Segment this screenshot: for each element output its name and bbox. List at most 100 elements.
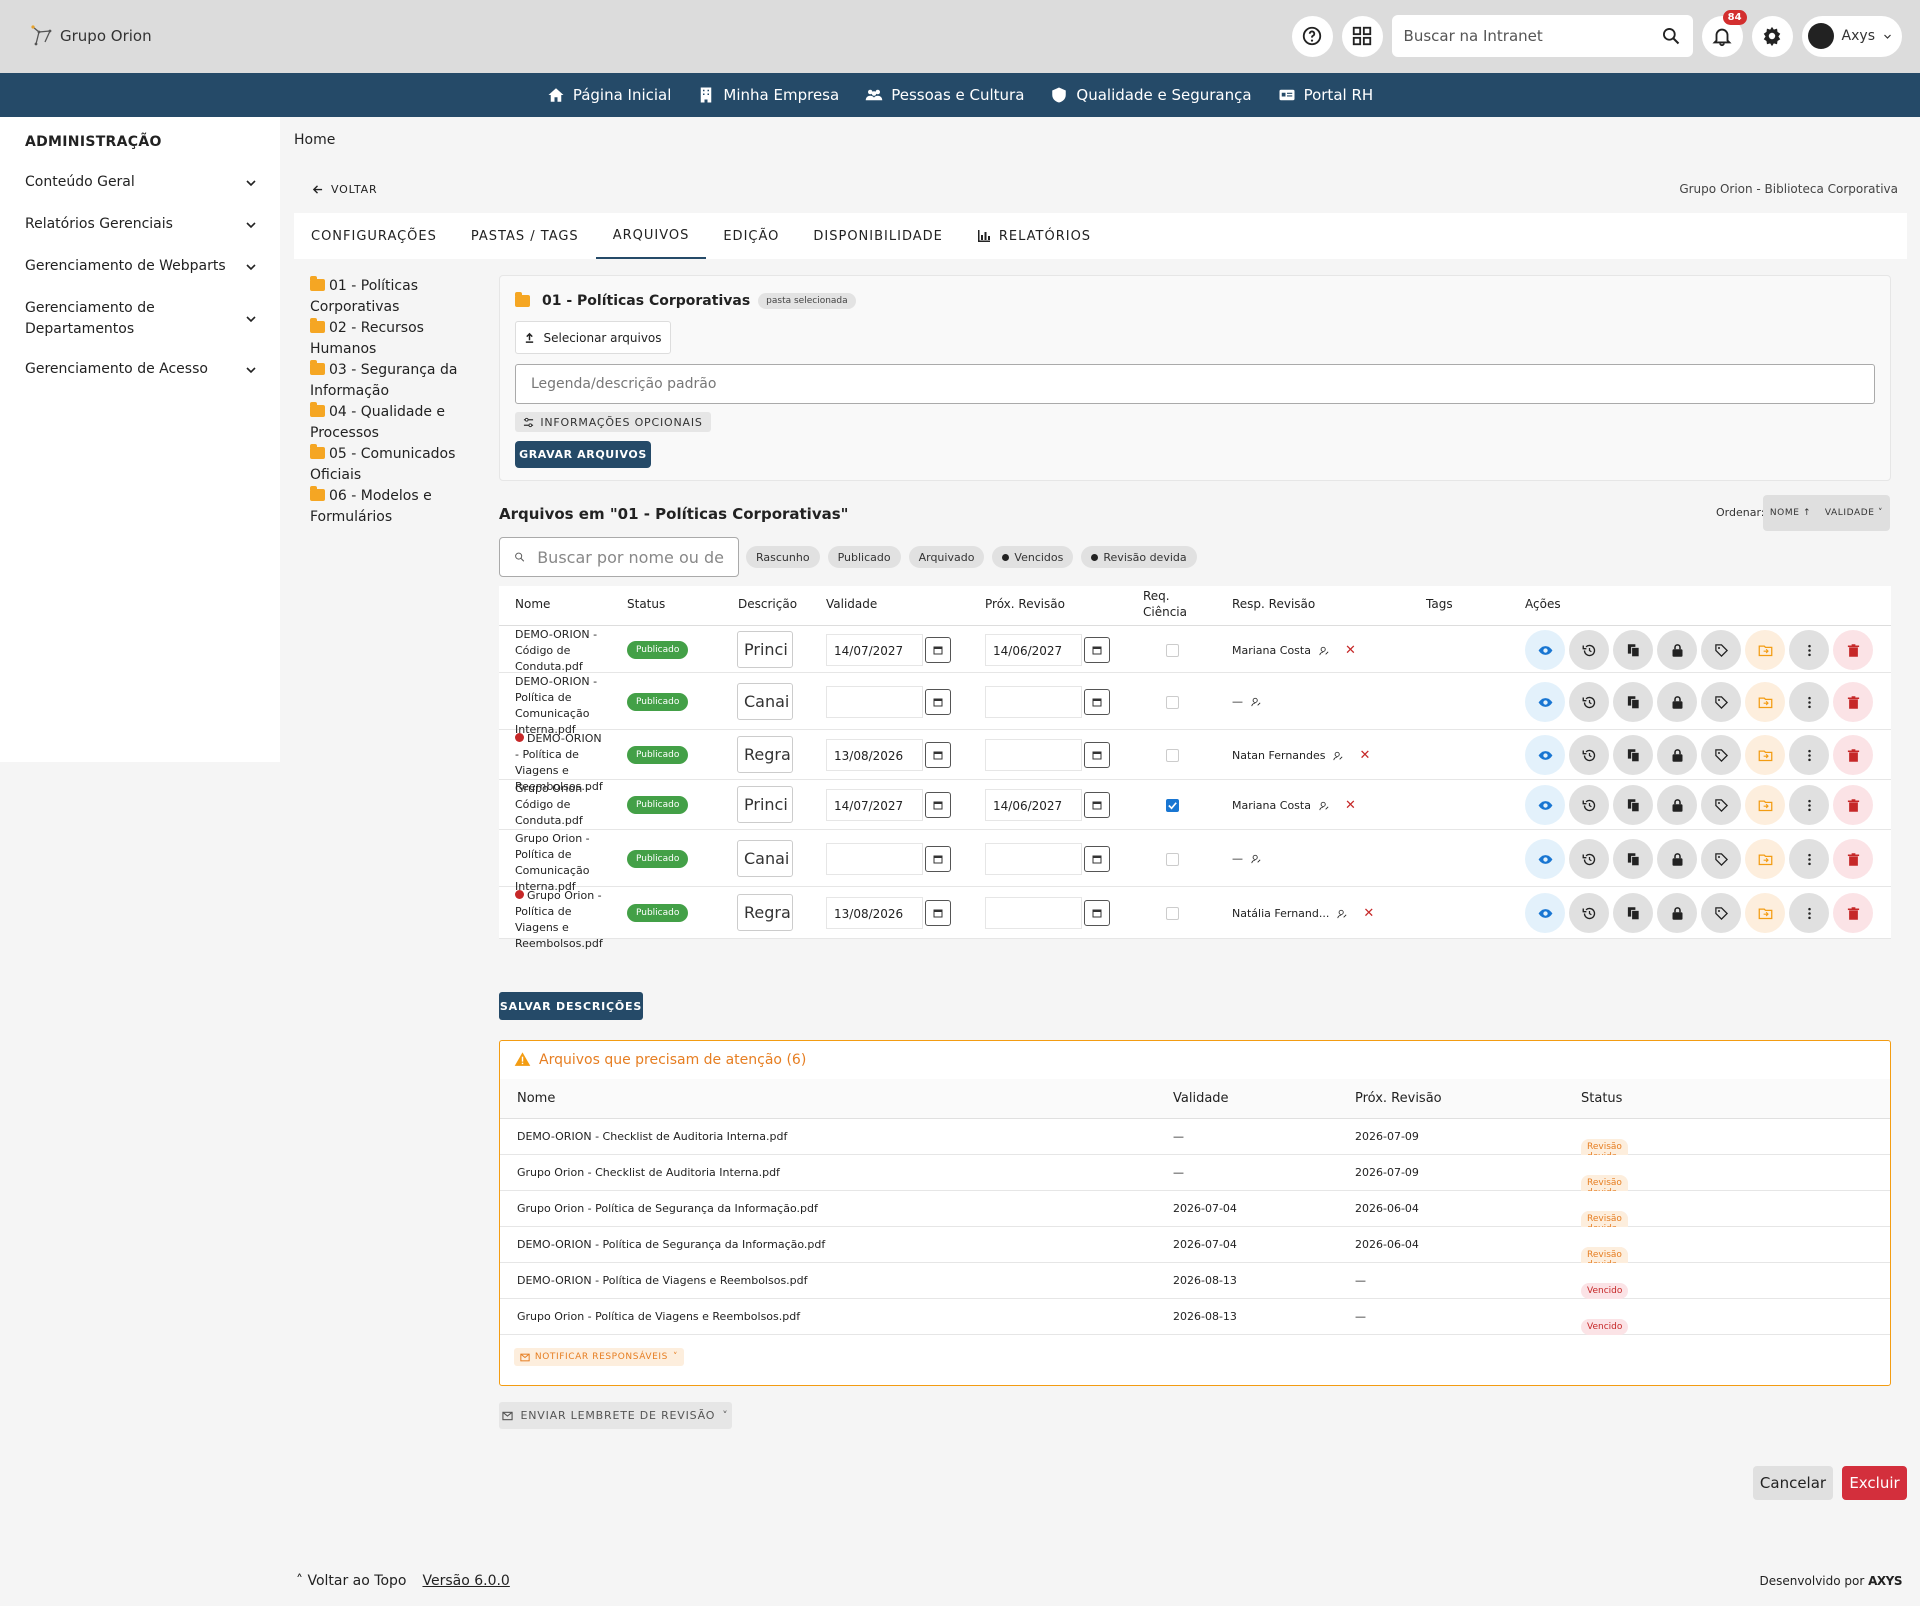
folder-item[interactable]: 02 - Recursos Humanos — [310, 318, 460, 360]
send-review-reminder-button[interactable]: ENVIAR LEMBRETE DE REVISÃO ˅ — [499, 1402, 732, 1429]
move-button[interactable] — [1745, 682, 1785, 722]
nav-item-company[interactable]: Minha Empresa — [697, 86, 839, 104]
description-input[interactable]: Princi — [737, 631, 793, 668]
view-button[interactable] — [1525, 785, 1565, 825]
duplicate-button[interactable] — [1613, 839, 1653, 879]
more-button[interactable] — [1789, 893, 1829, 933]
description-input[interactable]: Canai — [737, 683, 793, 720]
validity-input[interactable] — [826, 843, 924, 875]
duplicate-button[interactable] — [1613, 630, 1653, 670]
calendar-icon[interactable] — [925, 846, 951, 872]
filter-expired[interactable]: Vencidos — [992, 546, 1074, 568]
req-ack-checkbox[interactable] — [1166, 749, 1179, 762]
validity-input[interactable]: 14/07/2027 — [826, 789, 924, 821]
validity-input[interactable]: 14/07/2027 — [826, 634, 924, 666]
filter-archived[interactable]: Arquivado — [908, 546, 985, 568]
attention-row[interactable]: Grupo Orion - Política de Segurança da I… — [500, 1191, 1890, 1237]
save-descriptions-button[interactable]: SALVAR DESCRIÇÕES — [499, 992, 643, 1020]
permissions-button[interactable] — [1657, 785, 1697, 825]
optional-info-button[interactable]: INFORMAÇÕES OPCIONAIS — [515, 412, 711, 432]
validity-input[interactable] — [826, 686, 924, 718]
apps-button[interactable] — [1341, 15, 1383, 57]
calendar-icon[interactable] — [925, 689, 951, 715]
move-button[interactable] — [1745, 839, 1785, 879]
back-to-top-link[interactable]: ˄ Voltar ao Topo — [296, 1573, 406, 1589]
validity-input[interactable]: 13/08/2026 — [826, 897, 924, 929]
calendar-icon[interactable] — [925, 900, 951, 926]
nav-item-hr-portal[interactable]: Portal RH — [1278, 86, 1373, 104]
filter-published[interactable]: Publicado — [827, 546, 901, 568]
tab-reports[interactable]: RELATÓRIOS — [960, 213, 1108, 259]
cancel-button[interactable]: Cancelar — [1753, 1466, 1833, 1500]
permissions-button[interactable] — [1657, 735, 1697, 775]
req-ack-checkbox[interactable] — [1166, 853, 1179, 866]
save-files-button[interactable]: GRAVAR ARQUIVOS — [515, 441, 651, 468]
permissions-button[interactable] — [1657, 630, 1697, 670]
review-input[interactable] — [985, 686, 1083, 718]
assign-user-icon[interactable] — [1319, 646, 1329, 656]
file-name[interactable]: DEMO-ORION - Código de Conduta.pdf — [515, 627, 605, 675]
attention-row[interactable]: DEMO-ORION - Política de Viagens e Reemb… — [500, 1263, 1890, 1299]
permissions-button[interactable] — [1657, 893, 1697, 933]
permissions-button[interactable] — [1657, 839, 1697, 879]
assign-user-icon[interactable] — [1251, 854, 1261, 864]
attention-row[interactable]: DEMO-ORION - Política de Segurança da In… — [500, 1227, 1890, 1273]
view-button[interactable] — [1525, 893, 1565, 933]
calendar-icon[interactable] — [1084, 846, 1110, 872]
sidebar-item-access[interactable]: Gerenciamento de Acesso — [25, 359, 257, 380]
req-ack-checkbox[interactable] — [1166, 799, 1179, 812]
remove-owner-icon[interactable]: ✕ — [1345, 798, 1356, 813]
notifications-button[interactable]: 84 — [1701, 9, 1747, 57]
tab-folders-tags[interactable]: PASTAS / TAGS — [454, 213, 596, 259]
review-input[interactable]: 14/06/2027 — [985, 634, 1083, 666]
tags-button[interactable] — [1701, 630, 1741, 670]
move-button[interactable] — [1745, 630, 1785, 670]
calendar-icon[interactable] — [925, 792, 951, 818]
tab-editing[interactable]: EDIÇÃO — [706, 213, 796, 259]
description-input[interactable]: Princi — [737, 786, 793, 823]
remove-owner-icon[interactable]: ✕ — [1363, 906, 1374, 921]
filter-draft[interactable]: Rascunho — [746, 546, 820, 568]
more-button[interactable] — [1789, 630, 1829, 670]
move-button[interactable] — [1745, 893, 1785, 933]
intranet-search-input[interactable]: Buscar na Intranet — [1404, 27, 1661, 45]
assign-user-icon[interactable] — [1251, 697, 1261, 707]
duplicate-button[interactable] — [1613, 785, 1653, 825]
more-button[interactable] — [1789, 785, 1829, 825]
nav-item-quality[interactable]: Qualidade e Segurança — [1050, 86, 1252, 104]
tags-button[interactable] — [1701, 682, 1741, 722]
tags-button[interactable] — [1701, 735, 1741, 775]
move-button[interactable] — [1745, 785, 1785, 825]
review-input[interactable] — [985, 739, 1083, 771]
attention-row[interactable]: DEMO-ORION - Checklist de Auditoria Inte… — [500, 1119, 1890, 1165]
view-button[interactable] — [1525, 630, 1565, 670]
req-ack-checkbox[interactable] — [1166, 644, 1179, 657]
folder-item[interactable]: 05 - Comunicados Oficiais — [310, 444, 460, 486]
select-files-button[interactable]: Selecionar arquivos — [515, 321, 671, 354]
history-button[interactable] — [1569, 893, 1609, 933]
delete-file-button[interactable] — [1833, 893, 1873, 933]
tags-button[interactable] — [1701, 839, 1741, 879]
calendar-icon[interactable] — [1084, 637, 1110, 663]
more-button[interactable] — [1789, 735, 1829, 775]
delete-file-button[interactable] — [1833, 630, 1873, 670]
remove-owner-icon[interactable]: ✕ — [1359, 748, 1370, 763]
sidebar-item-departments[interactable]: Gerenciamento de Departamentos — [25, 298, 257, 340]
review-input[interactable] — [985, 843, 1083, 875]
permissions-button[interactable] — [1657, 682, 1697, 722]
file-search-input[interactable]: Buscar por nome ou de — [499, 537, 739, 577]
calendar-icon[interactable] — [1084, 900, 1110, 926]
folder-item[interactable]: 03 - Segurança da Informação — [310, 360, 460, 402]
tags-button[interactable] — [1701, 893, 1741, 933]
remove-owner-icon[interactable]: ✕ — [1345, 643, 1356, 658]
review-input[interactable] — [985, 897, 1083, 929]
description-input[interactable]: Regra — [737, 894, 793, 931]
tab-files[interactable]: ARQUIVOS — [595, 213, 707, 259]
history-button[interactable] — [1569, 839, 1609, 879]
req-ack-checkbox[interactable] — [1166, 907, 1179, 920]
file-name[interactable]: DEMO-ORION - Política de Comunicação Int… — [515, 674, 605, 738]
duplicate-button[interactable] — [1613, 735, 1653, 775]
attention-row[interactable]: Grupo Orion - Política de Viagens e Reem… — [500, 1299, 1890, 1335]
history-button[interactable] — [1569, 682, 1609, 722]
notify-owners-button[interactable]: NOTIFICAR RESPONSÁVEIS ˅ — [514, 1348, 684, 1366]
